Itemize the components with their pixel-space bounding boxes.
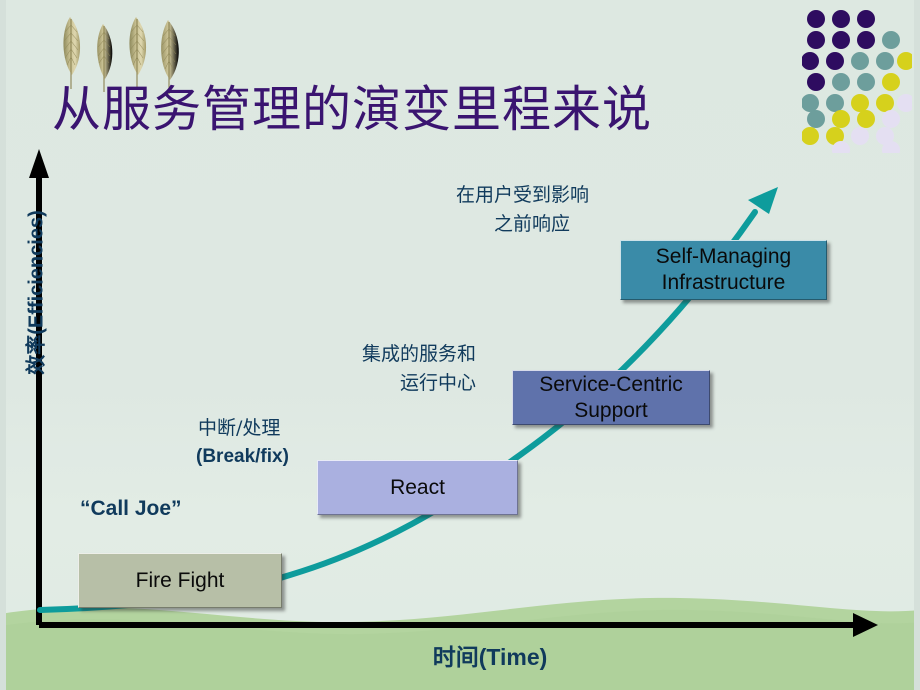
annotation-call-joe: “Call Joe” [80,497,182,520]
annotation-break-fix-cn: 中断/处理 [198,417,281,439]
annotation-integrated-line2: 运行中心 [400,372,477,394]
stage-box-service-centric-support[interactable]: Service-Centric Support [512,370,710,425]
stage-label-fire-fight: Fire Fight [135,568,225,592]
annotation-proactive-line1: 在用户受到影响 [456,184,590,206]
stage-box-fire-fight[interactable]: Fire Fight [78,553,282,608]
stage-label-react: React [390,475,445,499]
y-axis-label: 效率(Efficiencies) [25,210,48,375]
stage-label-self-managing-line2: Infrastructure [661,271,786,294]
stage-label-self-managing-line1: Self-Managing [655,245,792,268]
stage-label-service-centric-line1: Service-Centric [539,372,683,396]
stage-label-service-centric-line2: Support [574,398,648,422]
stage-box-react[interactable]: React [317,460,518,515]
annotation-proactive-line2: 之前响应 [494,213,571,235]
annotation-break-fix-en: (Break/fix) [196,446,289,467]
stage-box-self-managing-infrastructure[interactable]: Self-Managing Infrastructure [620,240,827,300]
annotation-integrated-line1: 集成的服务和 [362,343,477,365]
slide-canvas: 从服务管理的演变里程来说 效率(Efficiencies) 时间(Time) “… [0,0,920,690]
x-axis-label: 时间(Time) [432,644,548,670]
